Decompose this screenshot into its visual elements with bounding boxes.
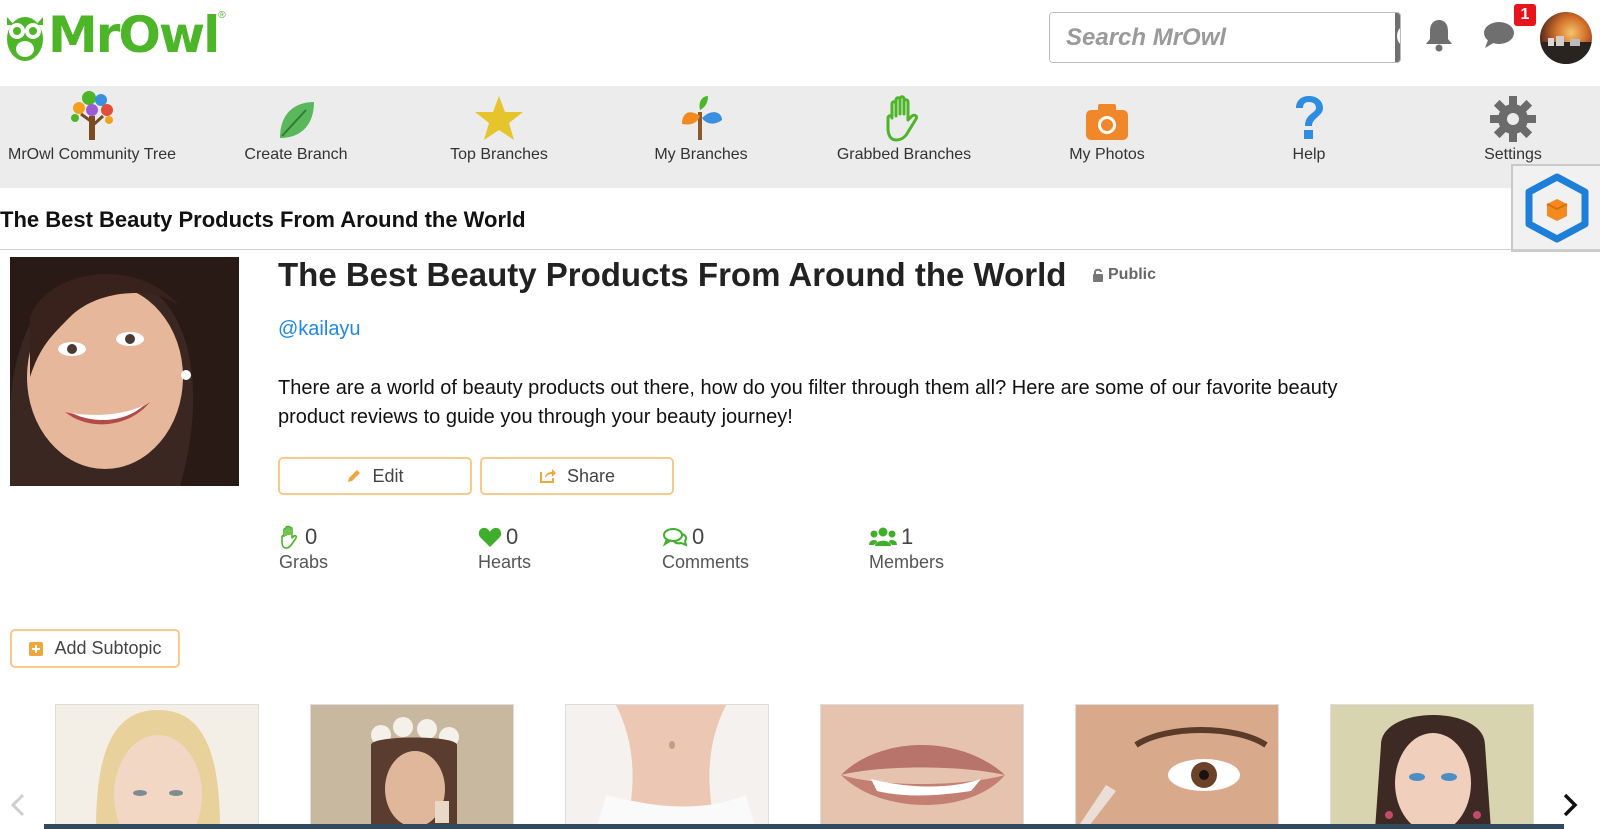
thumbnail-image (56, 705, 258, 828)
chat-icon (1484, 22, 1514, 48)
subtopic-thumbnail[interactable] (565, 704, 769, 829)
pencil-icon (348, 470, 361, 482)
nav-grabbed-branches[interactable]: Grabbed Branches (809, 86, 999, 188)
thumbnail-image (311, 705, 513, 828)
stat-comments[interactable]: 0 Comments (662, 524, 749, 573)
stat-label: Grabs (279, 552, 329, 572)
page-title: The Best Beauty Products From Around the… (278, 256, 1067, 293)
add-subtopic-label: Add Subtopic (54, 638, 162, 658)
star-icon (475, 96, 523, 140)
branch-description: There are a world of beauty products out… (278, 377, 1338, 428)
lock-icon (1093, 268, 1103, 282)
divider (0, 249, 1600, 250)
avatar-photo (1540, 36, 1592, 64)
hand-icon (886, 95, 918, 142)
subtopic-thumbnail[interactable] (55, 704, 259, 829)
nav-community-tree[interactable]: MrOwl Community Tree (0, 86, 187, 188)
search-bar (1049, 12, 1401, 63)
comments-icon (662, 528, 688, 547)
search-input[interactable] (1050, 13, 1395, 62)
top-bar: MrOwl ® 1 (0, 0, 1600, 86)
leaf-icon (280, 102, 314, 138)
thumbnail-image (1331, 705, 1533, 828)
edit-label: Edit (372, 465, 404, 486)
message-count-badge: 1 (1514, 4, 1536, 26)
user-avatar[interactable] (1540, 12, 1592, 64)
stat-value: 0 (506, 524, 519, 549)
edit-button[interactable]: Edit (278, 457, 472, 495)
nav-label: Help (1292, 146, 1326, 163)
visibility-text: Public (1108, 266, 1157, 283)
question-icon (1296, 96, 1323, 139)
nav-label: Grabbed Branches (836, 146, 972, 163)
stat-value: 0 (692, 524, 705, 549)
notifications-button[interactable] (1424, 18, 1454, 57)
stat-value: 1 (901, 524, 914, 549)
heart-icon (478, 527, 502, 547)
community-tree-icon (71, 91, 113, 140)
subtopic-thumbnail[interactable] (820, 704, 1024, 829)
search-icon (1397, 27, 1400, 44)
thumbnail-image (821, 705, 1023, 828)
nav-label: Top Branches (450, 146, 548, 163)
share-label: Share (566, 465, 616, 486)
nav-label: My Branches (654, 146, 748, 163)
plus-square-icon (29, 641, 44, 656)
nav-label: MrOwl Community Tree (7, 146, 177, 163)
logo-text: MrOwl (48, 6, 220, 64)
camera-icon (1086, 104, 1128, 140)
sprout-icon (682, 96, 722, 140)
side-widget-button[interactable] (1511, 164, 1600, 252)
stat-label: Comments (662, 552, 750, 572)
branch-cover-image (10, 257, 239, 486)
subtopic-thumbnail[interactable] (1075, 704, 1279, 829)
scroll-indicator (44, 824, 1564, 829)
logo-registered-mark: ® (218, 9, 226, 21)
nav-label: My Photos (1069, 146, 1145, 163)
carousel-next-button[interactable] (1562, 793, 1578, 824)
stat-grabs[interactable]: 0 Grabs (279, 524, 328, 573)
grab-hand-icon (281, 525, 298, 549)
carousel-prev-button[interactable] (10, 793, 26, 824)
stat-label: Members (869, 552, 945, 572)
add-subtopic-button[interactable]: Add Subtopic (10, 629, 180, 668)
nav-my-photos[interactable]: My Photos (1012, 86, 1202, 188)
members-icon (869, 527, 897, 546)
main-nav: MrOwl Community Tree Create Branch Top B… (0, 86, 1600, 188)
nav-label: Settings (1484, 146, 1542, 163)
messages-button[interactable] (1482, 20, 1516, 55)
thumbnail-image (566, 705, 768, 828)
subtopic-thumbnail[interactable] (1330, 704, 1534, 829)
share-button[interactable]: Share (480, 457, 674, 495)
chevron-left-icon (10, 793, 25, 817)
stat-value: 0 (305, 524, 318, 549)
share-icon (539, 469, 556, 483)
owner-link[interactable]: @kailayu (278, 318, 361, 341)
stat-label: Hearts (478, 552, 532, 572)
owl-logo-icon (7, 17, 43, 61)
gear-icon (1490, 96, 1536, 142)
subtopic-thumbnail[interactable] (310, 704, 514, 829)
nav-help[interactable]: Help (1214, 86, 1404, 188)
nav-label: Create Branch (244, 146, 348, 163)
cube-icon (1525, 173, 1588, 243)
logo[interactable]: MrOwl ® (4, 6, 226, 64)
stat-hearts[interactable]: 0 Hearts (478, 524, 531, 573)
nav-create-branch[interactable]: Create Branch (201, 86, 391, 188)
visibility-label: Public (1092, 266, 1156, 284)
nav-my-branches[interactable]: My Branches (606, 86, 796, 188)
thumbnail-image (1076, 705, 1278, 828)
stat-members[interactable]: 1 Members (869, 524, 944, 573)
nav-top-branches[interactable]: Top Branches (404, 86, 594, 188)
breadcrumb-title: The Best Beauty Products From Around the… (0, 207, 526, 232)
search-button[interactable] (1395, 13, 1400, 62)
portrait-photo (10, 257, 239, 486)
bell-icon (1426, 20, 1452, 52)
chevron-right-icon (1563, 793, 1578, 817)
